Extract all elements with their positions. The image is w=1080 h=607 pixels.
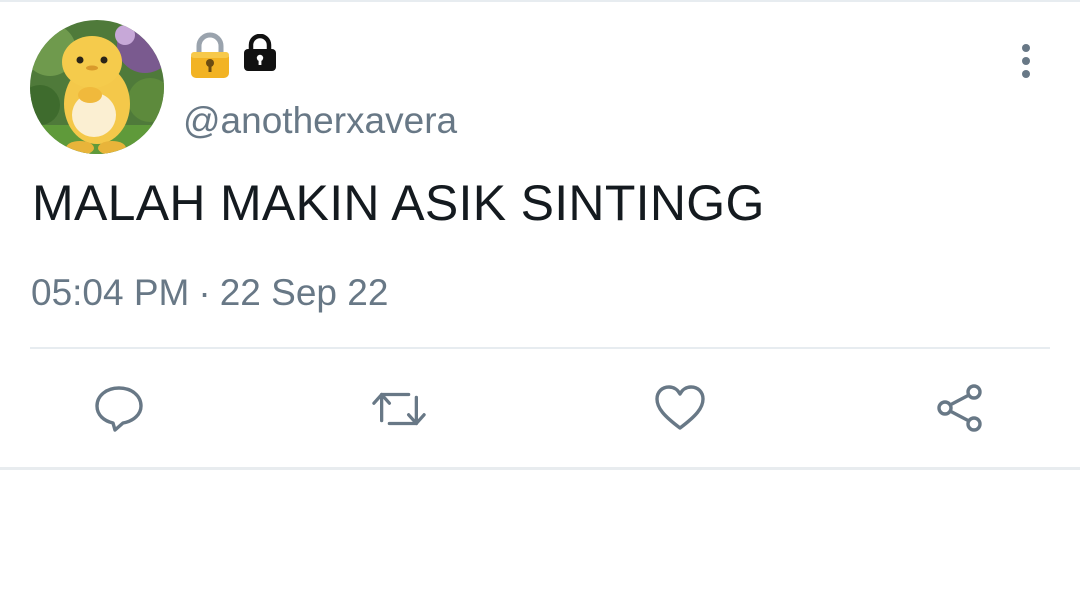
- like-button[interactable]: [653, 382, 707, 436]
- avatar[interactable]: [30, 20, 164, 154]
- lock-emoji-icon: [188, 32, 232, 80]
- more-vertical-icon: [1022, 44, 1030, 78]
- timestamp-separator: ·: [198, 272, 211, 313]
- reply-icon: [95, 386, 143, 432]
- user-handle[interactable]: @anotherxavera: [183, 100, 457, 142]
- more-options-button[interactable]: [1006, 42, 1046, 86]
- share-button[interactable]: [933, 382, 987, 436]
- retweet-icon: [372, 392, 426, 426]
- tweet-card[interactable]: @anotherxavera MALAH MAKIN ASIK SINTINGG…: [0, 2, 1080, 468]
- tweet-time: 05:04 PM: [31, 272, 190, 313]
- retweet-button[interactable]: [372, 382, 426, 436]
- share-icon: [937, 384, 982, 432]
- like-icon: [655, 385, 705, 430]
- black-lock-icon: [242, 33, 278, 72]
- card-bottom-divider: [0, 467, 1080, 470]
- tweet-date: 22 Sep 22: [219, 272, 389, 313]
- tweet-timestamp: 05:04 PM · 22 Sep 22: [31, 272, 388, 314]
- action-divider: [30, 347, 1050, 349]
- tweet-text: MALAH MAKIN ASIK SINTINGG: [32, 175, 765, 231]
- reply-button[interactable]: [92, 382, 146, 436]
